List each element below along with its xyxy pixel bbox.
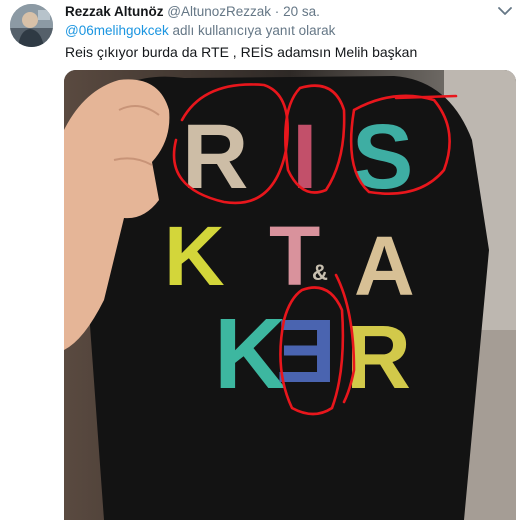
reply-context: @06melihgokcek adlı kullanıcıya yanıt ol… [65,22,335,39]
tweet-text: Reis çıkıyor burda da RTE , REİS adamsın… [65,44,418,60]
shirt-letter-k-low: K [214,298,286,410]
chevron-down-icon[interactable] [498,6,512,16]
timestamp[interactable]: 20 sa. [283,4,320,19]
shirt-letter-r-top: R [182,106,248,208]
separator-dot: · [274,4,280,19]
author-handle[interactable]: @AltunozRezzak [167,4,271,19]
photo-illustration: R I S K T A K E R & [64,70,516,520]
shirt-letter-r-low: R [346,308,411,408]
tweet-header: Rezzak Altunöz @AltunozRezzak · 20 sa. [65,3,320,20]
shirt-ampersand: & [312,260,328,285]
tweet: Rezzak Altunöz @AltunozRezzak · 20 sa. @… [0,0,524,520]
author-name[interactable]: Rezzak Altunöz [65,4,164,19]
avatar[interactable] [10,4,53,47]
shirt-letter-a: A [354,219,415,313]
tweet-media-photo[interactable]: R I S K T A K E R & [64,70,516,520]
shirt-letter-k-mid: K [164,209,225,303]
reply-context-text: adlı kullanıcıya yanıt olarak [168,23,336,38]
reply-mention-link[interactable]: @06melihgokcek [65,23,169,38]
